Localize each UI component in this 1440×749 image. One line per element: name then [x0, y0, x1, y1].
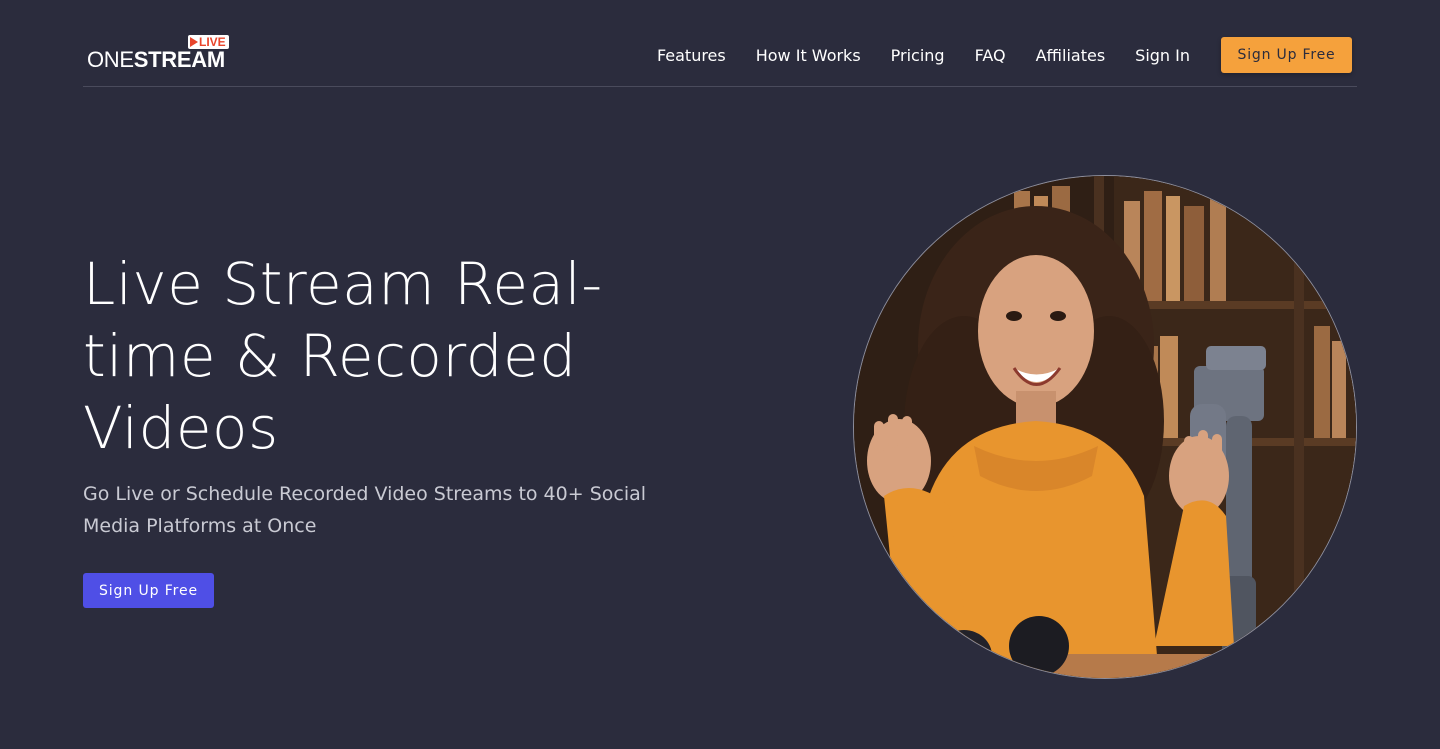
nav-link-pricing[interactable]: Pricing: [891, 46, 945, 65]
landing-page: LIVE ONESTREAM Features How It Works Pri…: [0, 0, 1440, 749]
header-sign-up-button[interactable]: Sign Up Free: [1221, 37, 1352, 73]
main-nav: Features How It Works Pricing FAQ Affili…: [657, 37, 1352, 73]
nav-link-faq[interactable]: FAQ: [975, 46, 1006, 65]
streamer-illustration: [854, 176, 1356, 678]
onestream-logo[interactable]: LIVE ONESTREAM: [87, 35, 229, 75]
nav-link-features[interactable]: Features: [657, 46, 726, 65]
logo-wordmark: ONESTREAM: [87, 49, 225, 71]
nav-link-affiliates[interactable]: Affiliates: [1036, 46, 1106, 65]
site-header: LIVE ONESTREAM Features How It Works Pri…: [83, 0, 1357, 87]
hero-sign-up-button[interactable]: Sign Up Free: [83, 573, 214, 608]
logo-word-bold: STREAM: [133, 47, 225, 72]
hero-streamer-photo: [853, 175, 1357, 679]
nav-link-sign-in[interactable]: Sign In: [1135, 46, 1190, 65]
play-icon: [190, 37, 198, 47]
logo-word-thin: ONE: [87, 47, 134, 72]
nav-link-how-it-works[interactable]: How It Works: [756, 46, 861, 65]
hero-subtitle: Go Live or Schedule Recorded Video Strea…: [83, 483, 647, 537]
hero-title: Live Stream Real-time & Recorded Videos: [83, 250, 603, 462]
